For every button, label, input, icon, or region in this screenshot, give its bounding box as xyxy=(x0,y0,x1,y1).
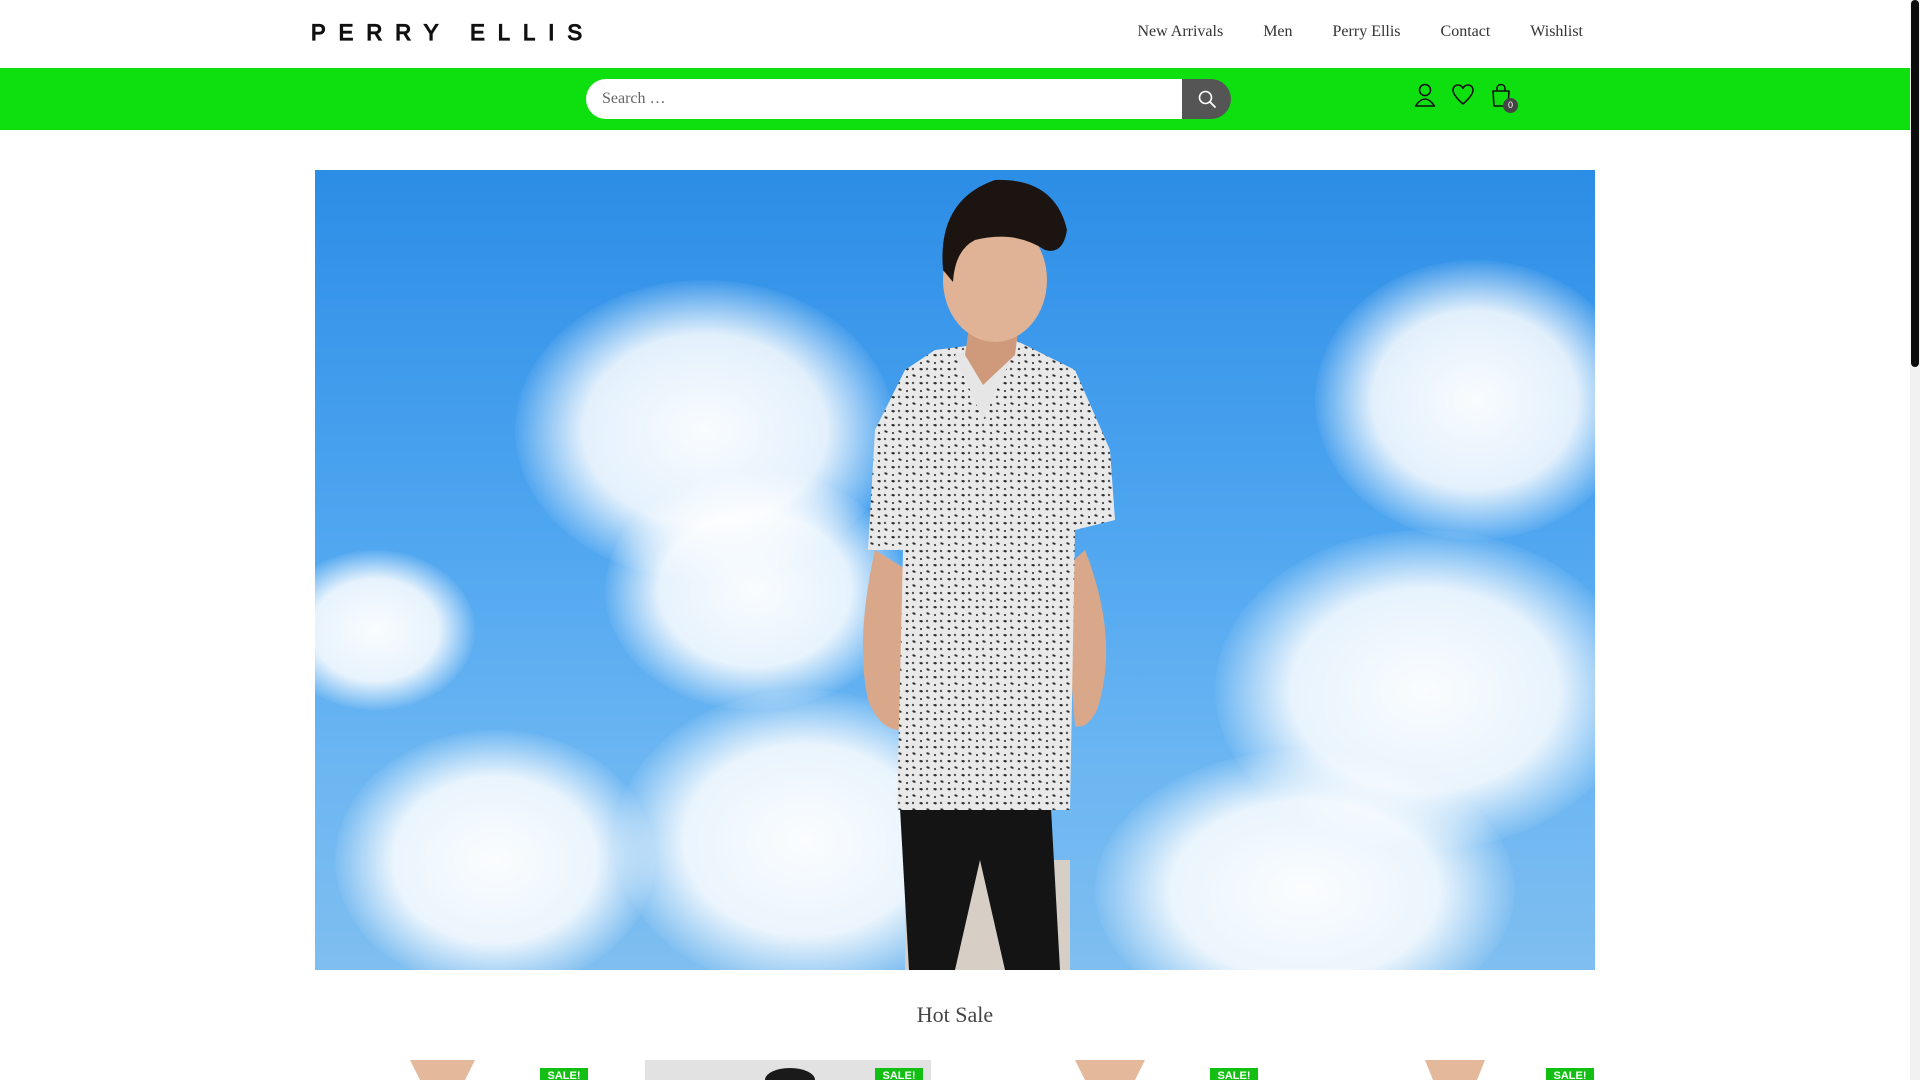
search-bar-strip: 0 xyxy=(0,68,1910,130)
search-icon xyxy=(1198,90,1216,108)
search-button[interactable] xyxy=(1182,79,1231,119)
sale-badge: SALE! xyxy=(1210,1068,1258,1080)
product-card[interactable]: SALE! xyxy=(315,1060,601,1080)
hot-sale-title: Hot Sale xyxy=(916,1002,994,1027)
nav-item-perry-ellis[interactable]: Perry Ellis xyxy=(1333,23,1401,41)
sale-badge: SALE! xyxy=(540,1068,588,1080)
search-form xyxy=(586,79,1231,119)
main-navigation: New Arrivals Men Perry Ellis Contact Wis… xyxy=(1137,23,1583,41)
page-scrollbar[interactable] xyxy=(1910,0,1920,1080)
nav-item-wishlist[interactable]: Wishlist xyxy=(1530,23,1583,41)
brand-logo[interactable]: PERRY ELLIS xyxy=(310,19,596,47)
account-button[interactable] xyxy=(1413,82,1437,108)
user-icon xyxy=(1414,83,1436,107)
product-card[interactable]: SALE! xyxy=(980,1060,1266,1080)
sale-badge: SALE! xyxy=(1546,1068,1594,1080)
nav-item-men[interactable]: Men xyxy=(1263,23,1292,41)
nav-item-contact[interactable]: Contact xyxy=(1441,23,1491,41)
cart-button[interactable]: 0 xyxy=(1489,82,1518,113)
hot-sale-products: SALE! SALE! SALE! SALE! xyxy=(315,1060,1595,1080)
cart-count-badge: 0 xyxy=(1503,98,1518,113)
nav-item-new-arrivals[interactable]: New Arrivals xyxy=(1137,23,1223,41)
product-card[interactable]: SALE! xyxy=(1315,1060,1601,1080)
site-header: PERRY ELLIS New Arrivals Men Perry Ellis… xyxy=(0,0,1910,68)
search-input[interactable] xyxy=(586,79,1182,119)
product-card[interactable]: SALE! xyxy=(645,1060,931,1080)
scrollbar-thumb[interactable] xyxy=(1911,0,1919,367)
hero-model-figure xyxy=(862,179,1115,970)
brand-logo-text: PERRY ELLIS xyxy=(310,19,596,45)
header-icons: 0 xyxy=(1413,82,1518,113)
heart-icon xyxy=(1452,84,1474,105)
sale-badge: SALE! xyxy=(875,1068,923,1080)
hero-banner[interactable] xyxy=(315,170,1595,970)
wishlist-button[interactable] xyxy=(1451,82,1475,108)
